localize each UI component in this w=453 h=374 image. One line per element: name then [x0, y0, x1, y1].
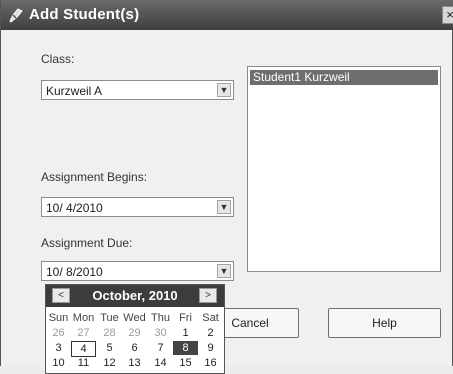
students-listbox[interactable]: Student1 Kurzweil: [247, 66, 441, 272]
chevron-down-icon[interactable]: ▼: [217, 83, 231, 97]
assignment-begins-label: Assignment Begins:: [41, 170, 148, 184]
close-button[interactable]: ×: [442, 6, 453, 24]
chevron-right-icon: >: [205, 290, 211, 301]
chevron-down-icon[interactable]: ▼: [217, 264, 231, 278]
calendar-week-row: 26 27 28 29 30 1 2: [46, 326, 224, 341]
calendar-day[interactable]: 8: [173, 341, 198, 355]
add-students-dialog: Add Student(s) × Class: Kurzweil A ▼ Ass…: [0, 0, 453, 374]
app-pen-icon: [9, 8, 23, 23]
title-bar[interactable]: Add Student(s) ×: [1, 0, 453, 30]
calendar-day[interactable]: 14: [148, 356, 173, 370]
calendar-day[interactable]: 11: [71, 356, 96, 370]
weekday-label: Sun: [48, 312, 69, 324]
assignment-due-value: 10/ 8/2010: [46, 265, 103, 279]
calendar-day[interactable]: 26: [46, 326, 71, 340]
calendar-grid: Sun Mon Tue Wed Thu Fri Sat 26 27 28 29 30 1 2 3 4 5 6 7 8 9…: [46, 311, 224, 371]
assignment-due-date-picker[interactable]: 10/ 8/2010 ▼: [41, 261, 234, 281]
help-button[interactable]: Help: [328, 308, 441, 338]
list-item[interactable]: Student1 Kurzweil: [250, 70, 438, 85]
next-month-button[interactable]: >: [199, 288, 217, 303]
assignment-begins-date-picker[interactable]: 10/ 4/2010 ▼: [41, 197, 234, 217]
calendar-day[interactable]: 5: [97, 341, 122, 355]
weekday-label: Tue: [100, 312, 119, 324]
calendar-day[interactable]: 4: [71, 341, 96, 357]
calendar-week-row: 3456789: [46, 341, 224, 357]
close-icon: ×: [446, 7, 453, 22]
weekday-label: Thu: [151, 312, 170, 324]
weekday-label: Wed: [123, 312, 146, 324]
date-picker-calendar: < October, 2010 > Sun Mon Tue Wed Thu Fri Sat 2…: [45, 284, 225, 374]
calendar-header: < October, 2010 >: [46, 285, 224, 307]
weekday-label: Mon: [72, 312, 95, 324]
calendar-day[interactable]: 3: [46, 341, 71, 355]
calendar-day[interactable]: 30: [148, 326, 173, 340]
calendar-day[interactable]: 7: [148, 341, 173, 355]
calendar-day[interactable]: 16: [198, 356, 223, 370]
calendar-day[interactable]: 10: [46, 356, 71, 370]
calendar-day[interactable]: 15: [173, 356, 198, 370]
calendar-day[interactable]: 9: [198, 341, 223, 355]
class-label: Class:: [41, 52, 75, 66]
calendar-day[interactable]: 6: [122, 341, 147, 355]
assignment-begins-value: 10/ 4/2010: [46, 201, 103, 215]
class-dropdown-value: Kurzweil A: [46, 84, 103, 98]
calendar-month-label: October, 2010: [92, 288, 178, 303]
calendar-day[interactable]: 12: [97, 356, 122, 370]
calendar-weekday-row: Sun Mon Tue Wed Thu Fri Sat: [46, 311, 224, 326]
assignment-due-label: Assignment Due:: [41, 236, 133, 250]
window-title: Add Student(s): [29, 6, 140, 23]
chevron-down-icon[interactable]: ▼: [217, 200, 231, 214]
calendar-day[interactable]: 28: [97, 326, 122, 340]
calendar-week-row: 10 11 12 13 14 15 16: [46, 356, 224, 371]
class-dropdown[interactable]: Kurzweil A ▼: [41, 80, 234, 100]
weekday-label: Sat: [202, 312, 219, 324]
calendar-day[interactable]: 1: [173, 326, 198, 340]
calendar-day[interactable]: 2: [198, 326, 223, 340]
calendar-day[interactable]: 27: [71, 326, 96, 340]
calendar-day[interactable]: 13: [122, 356, 147, 370]
weekday-label: Fri: [179, 312, 192, 324]
calendar-day[interactable]: 29: [122, 326, 147, 340]
